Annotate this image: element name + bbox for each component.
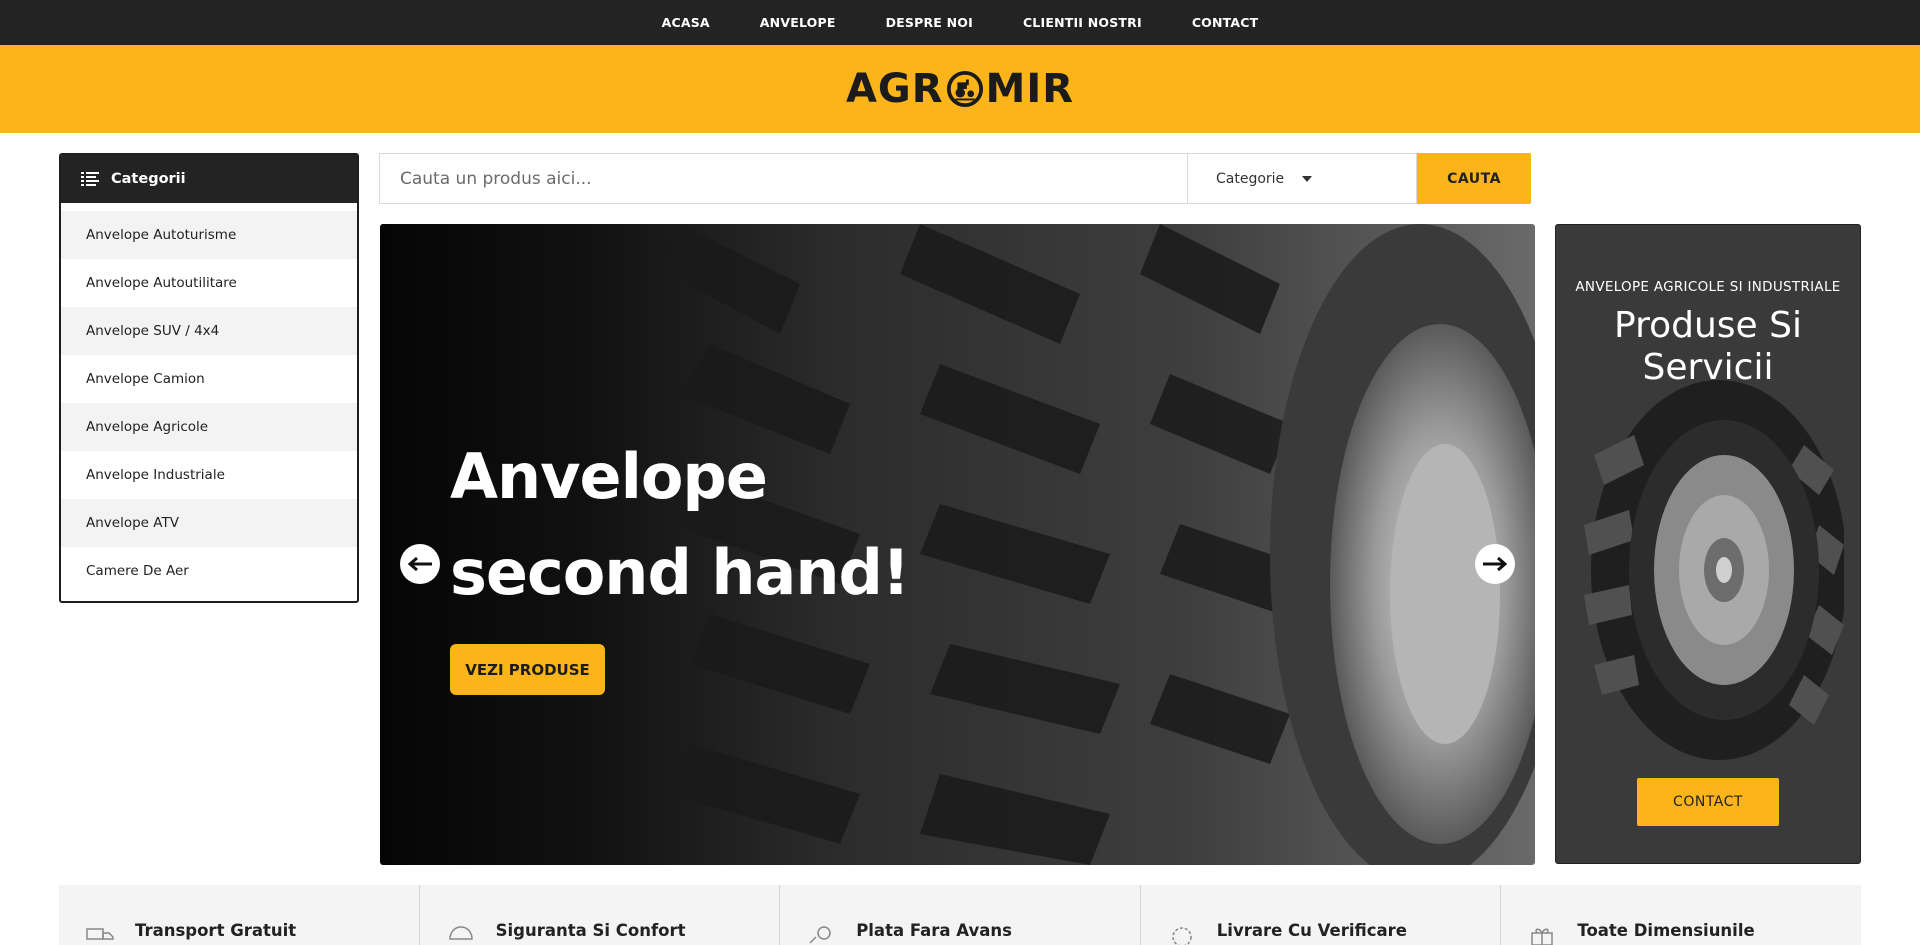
arrow-left-icon xyxy=(408,557,432,571)
slider-prev-button[interactable] xyxy=(400,544,440,584)
top-nav: ACASA ANVELOPE DESPRE NOI CLIENTII NOSTR… xyxy=(0,0,1920,45)
feature-label: Siguranta Si Confort xyxy=(495,921,686,940)
brand-bar: AGR MIR xyxy=(0,45,1920,133)
feature-siguranta: Siguranta Si Confort xyxy=(420,885,781,945)
agricultural-tire-image xyxy=(1584,380,1844,760)
category-select-label: Categorie xyxy=(1216,170,1285,187)
nav-link-acasa[interactable]: ACASA xyxy=(637,0,735,45)
nav-link-clientii-nostri[interactable]: CLIENTII NOSTRI xyxy=(998,0,1167,45)
search-input[interactable] xyxy=(379,153,1187,204)
search-button[interactable]: CAUTA xyxy=(1417,153,1531,204)
slider-next-button[interactable] xyxy=(1475,544,1515,584)
list-icon xyxy=(81,172,99,186)
promo-contact-button[interactable]: CONTACT xyxy=(1637,778,1779,826)
gift-icon xyxy=(1531,928,1554,945)
tractor-emblem-icon xyxy=(946,70,983,108)
feature-dimensiuni: Toate Dimensiunile xyxy=(1501,885,1861,945)
category-item-atv[interactable]: Anvelope ATV xyxy=(61,499,357,547)
hero-title-line-2: second hand! xyxy=(450,536,910,609)
features-strip: Transport Gratuit Siguranta Si Confort P… xyxy=(59,885,1861,945)
shield-icon xyxy=(448,926,473,940)
category-item-agricole[interactable]: Anvelope Agricole xyxy=(61,403,357,451)
categories-list: Anvelope Autoturisme Anvelope Autoutilit… xyxy=(61,203,357,595)
hero-slider: Anvelope second hand! VEZI PRODUSE xyxy=(380,224,1535,865)
promo-banner: ANVELOPE AGRICOLE SI INDUSTRIALE Produse… xyxy=(1555,224,1861,864)
hero-title-line-1: Anvelope xyxy=(450,440,768,513)
feature-livrare: Livrare Cu Verificare xyxy=(1141,885,1502,945)
feature-transport: Transport Gratuit xyxy=(59,885,420,945)
nav-link-anvelope[interactable]: ANVELOPE xyxy=(735,0,861,45)
feature-label: Toate Dimensiunile xyxy=(1577,921,1755,940)
truck-icon xyxy=(86,928,114,940)
category-item-suv[interactable]: Anvelope SUV / 4x4 xyxy=(61,307,357,355)
category-item-camion[interactable]: Anvelope Camion xyxy=(61,355,357,403)
view-products-button[interactable]: VEZI PRODUSE xyxy=(450,644,605,695)
logo-text-left: AGR xyxy=(845,66,944,112)
feature-label: Livrare Cu Verificare xyxy=(1216,921,1407,940)
logo-text-right: MIR xyxy=(985,66,1075,112)
category-item-camere-de-aer[interactable]: Camere De Aer xyxy=(61,547,357,595)
check-delivery-icon xyxy=(1172,927,1192,945)
wallet-icon xyxy=(809,926,831,944)
caret-down-icon xyxy=(1302,175,1313,182)
site-logo[interactable]: AGR MIR xyxy=(846,66,1074,112)
nav-link-despre-noi[interactable]: DESPRE NOI xyxy=(861,0,998,45)
feature-plata: Plata Fara Avans xyxy=(780,885,1141,945)
hero-title: Anvelope second hand! xyxy=(450,429,910,621)
nav-link-contact[interactable]: CONTACT xyxy=(1167,0,1284,45)
categories-sidebar: Categorii Anvelope Autoturisme Anvelope … xyxy=(59,153,359,603)
category-item-autoutilitare[interactable]: Anvelope Autoutilitare xyxy=(61,259,357,307)
arrow-right-icon xyxy=(1483,557,1507,571)
categories-header[interactable]: Categorii xyxy=(61,155,357,203)
promo-title-line-1: Produse Si xyxy=(1614,305,1802,346)
category-select[interactable]: Categorie xyxy=(1187,153,1417,204)
categories-title: Categorii xyxy=(111,171,186,187)
category-item-autoturisme[interactable]: Anvelope Autoturisme xyxy=(61,211,357,259)
promo-subtitle: ANVELOPE AGRICOLE SI INDUSTRIALE xyxy=(1575,279,1841,295)
category-item-industriale[interactable]: Anvelope Industriale xyxy=(61,451,357,499)
feature-label: Plata Fara Avans xyxy=(856,921,1012,940)
feature-label: Transport Gratuit xyxy=(135,921,297,940)
search-bar: Categorie CAUTA xyxy=(379,153,1531,204)
